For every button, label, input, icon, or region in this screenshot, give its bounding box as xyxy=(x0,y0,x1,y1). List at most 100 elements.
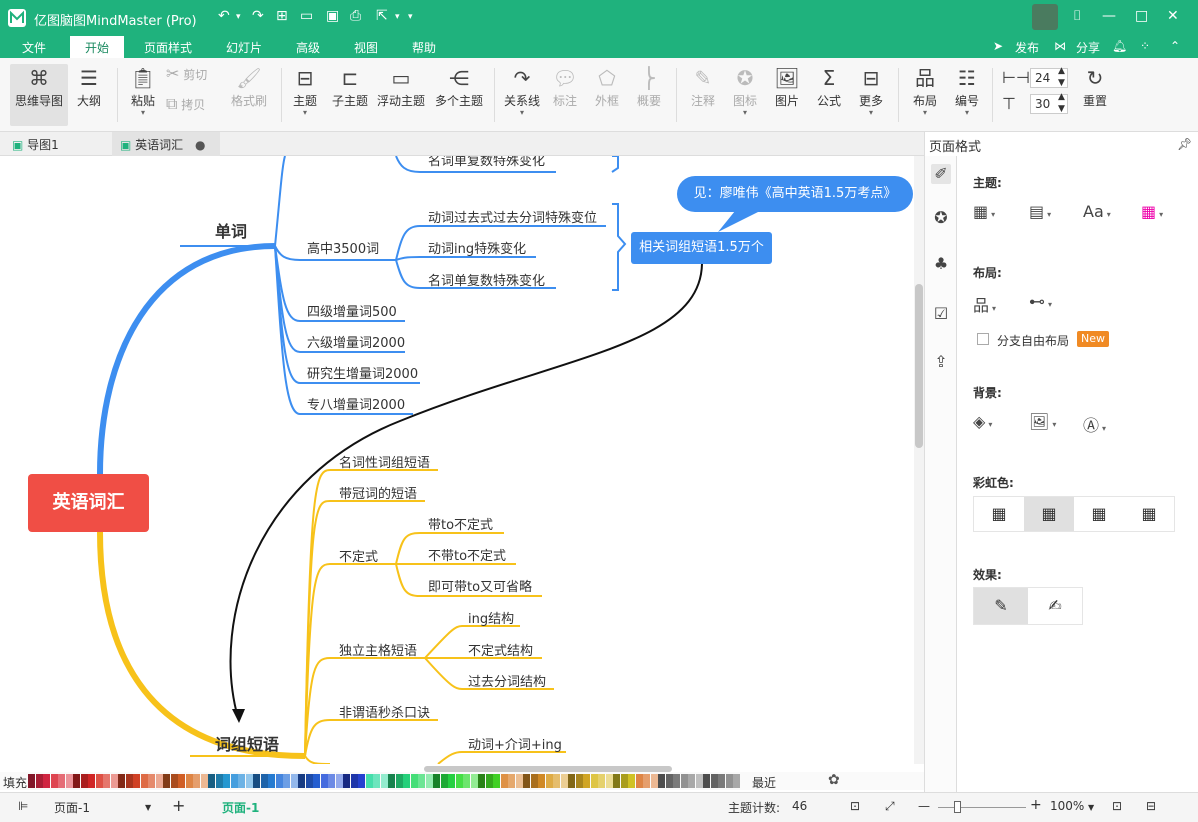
color-swatch[interactable] xyxy=(658,774,665,788)
color-swatch[interactable] xyxy=(455,774,463,788)
new-icon[interactable]: ⊞ xyxy=(276,8,288,24)
color-swatch[interactable] xyxy=(185,774,193,788)
color-swatch[interactable] xyxy=(725,774,733,788)
share-button[interactable]: 分享 xyxy=(1076,39,1100,56)
menu-home[interactable]: 开始 xyxy=(70,36,125,58)
color-swatch[interactable] xyxy=(395,774,403,788)
format-brush-icon[interactable]: ✐ xyxy=(931,164,951,184)
layout-button[interactable]: 品布局 ▾ xyxy=(910,64,940,126)
boundary-button[interactable]: ⬠ 外框 xyxy=(592,64,622,126)
color-swatch[interactable] xyxy=(245,774,253,788)
color-swatch[interactable] xyxy=(208,774,215,788)
topic-plural-changes[interactable]: 名词单复数特殊变化 xyxy=(428,270,545,289)
maximize-icon[interactable]: □ xyxy=(1135,8,1148,24)
rainbow-option-2[interactable]: ▦ xyxy=(1024,497,1074,531)
color-swatch[interactable] xyxy=(388,774,395,788)
color-swatch[interactable] xyxy=(290,774,298,788)
color-swatch[interactable] xyxy=(110,774,118,788)
export-icon[interactable]: ⇱ xyxy=(376,8,388,24)
scroll-thumb[interactable] xyxy=(915,284,923,448)
color-swatch[interactable] xyxy=(538,774,545,788)
color-swatch[interactable] xyxy=(320,774,328,788)
paste-button[interactable]: 📋︎ 粘贴 ▾ xyxy=(128,64,158,126)
color-swatch[interactable] xyxy=(523,774,530,788)
color-swatch[interactable] xyxy=(433,774,440,788)
notification-icon[interactable]: 🔔︎ xyxy=(1112,39,1127,53)
spin-down-icon[interactable]: ▼ xyxy=(1058,104,1065,114)
spin-up-icon[interactable]: ▲ xyxy=(1058,92,1065,102)
color-swatch[interactable] xyxy=(620,774,628,788)
undo-icon[interactable]: ↶ xyxy=(218,8,230,24)
connector-style-icon[interactable]: ⊷ ▾ xyxy=(1029,292,1052,311)
color-swatch[interactable] xyxy=(155,774,163,788)
topic-postgrad[interactable]: 研究生增量词2000 xyxy=(307,363,418,382)
more-button[interactable]: ⊟ 更多 ▾ xyxy=(856,64,886,126)
menu-page-style[interactable]: 页面样式 xyxy=(144,39,192,56)
floating-topic[interactable]: 相关词组短语1.5万个 xyxy=(631,232,772,264)
color-swatch[interactable] xyxy=(493,774,500,788)
topic-bare-infinitive[interactable]: 不带to不定式 xyxy=(428,545,506,564)
page-dropdown-icon[interactable]: ▼ xyxy=(145,803,151,812)
cut-button[interactable]: ✂ 剪切 xyxy=(166,64,218,88)
topic-cet4[interactable]: 四级增量词500 xyxy=(307,301,397,320)
topic-tem8[interactable]: 专八增量词2000 xyxy=(307,394,405,413)
topic-optional-to[interactable]: 即可带to又可省略 xyxy=(428,576,532,595)
color-swatch[interactable] xyxy=(403,774,410,788)
color-swatch[interactable] xyxy=(95,774,103,788)
paste-dropdown-icon[interactable]: ▾ xyxy=(128,109,158,117)
menu-file[interactable]: 文件 xyxy=(22,39,46,56)
color-swatch[interactable] xyxy=(718,774,725,788)
fullscreen-icon[interactable]: ⤢ xyxy=(885,799,895,814)
zoom-in-icon[interactable]: + xyxy=(1030,797,1042,813)
zoom-slider[interactable] xyxy=(938,807,1026,808)
color-swatch[interactable] xyxy=(170,774,178,788)
color-theme-icon[interactable]: ▦ ▾ xyxy=(1141,202,1163,221)
close-icon[interactable]: ✕ xyxy=(1167,8,1179,24)
color-swatch[interactable] xyxy=(478,774,485,788)
topic-verb-prep-ing[interactable]: 动词+介词+ing xyxy=(468,734,562,753)
color-swatch[interactable] xyxy=(500,774,508,788)
effect-sketch-icon[interactable]: ✍ xyxy=(1028,588,1082,624)
color-swatch[interactable] xyxy=(350,774,358,788)
color-swatch[interactable] xyxy=(88,774,95,788)
topic-nonfinite-tips[interactable]: 非谓语秒杀口诀 xyxy=(339,702,430,721)
relationship-dropdown-icon[interactable]: ▾ xyxy=(502,109,542,117)
color-swatch[interactable] xyxy=(28,774,35,788)
rainbow-option-4[interactable]: ▦ xyxy=(1124,497,1174,531)
color-swatch[interactable] xyxy=(148,774,155,788)
color-swatch[interactable] xyxy=(703,774,710,788)
avatar[interactable] xyxy=(1032,4,1058,30)
color-swatch[interactable] xyxy=(200,774,208,788)
topic-ing-structure[interactable]: ing结构 xyxy=(468,608,514,627)
color-swatch[interactable] xyxy=(410,774,418,788)
tab-mindmap1[interactable]: ▣ 导图1 xyxy=(4,132,67,156)
save-icon[interactable]: ▣ xyxy=(326,8,339,24)
fill-bucket-icon[interactable]: ◈ ▾ xyxy=(973,412,992,431)
color-swatch[interactable] xyxy=(358,774,365,788)
fit-page-icon[interactable]: ⊡ xyxy=(850,799,860,813)
customize-icon[interactable]: ▾ xyxy=(408,12,413,22)
color-swatch[interactable] xyxy=(260,774,268,788)
color-swatch[interactable] xyxy=(73,774,80,788)
color-swatch[interactable] xyxy=(613,774,620,788)
color-swatch[interactable] xyxy=(643,774,650,788)
clover-icon[interactable]: ♣ xyxy=(931,254,951,274)
effect-pen-icon[interactable]: ✎ xyxy=(974,588,1028,624)
theme-grid-icon[interactable]: ▦ ▾ xyxy=(973,202,995,221)
zoom-dropdown-icon[interactable]: ▼ xyxy=(1088,803,1094,812)
topic-absolute[interactable]: 独立主格短语 xyxy=(339,640,417,659)
icon-dropdown-icon[interactable]: ▾ xyxy=(730,109,760,117)
color-swatch[interactable] xyxy=(560,774,568,788)
color-swatch[interactable] xyxy=(133,774,140,788)
spin-down-icon[interactable]: ▼ xyxy=(1058,78,1065,88)
color-swatch[interactable] xyxy=(275,774,283,788)
color-swatch[interactable] xyxy=(673,774,680,788)
numbering-dropdown-icon[interactable]: ▾ xyxy=(952,109,982,117)
topic-article-phrases[interactable]: 带冠词的短语 xyxy=(339,483,417,502)
color-swatch[interactable] xyxy=(365,774,373,788)
topic-to-infinitive[interactable]: 带to不定式 xyxy=(428,514,493,533)
icon-button[interactable]: ✪ 图标 ▾ xyxy=(730,64,760,126)
color-swatch[interactable] xyxy=(230,774,238,788)
outline-view-button[interactable]: ☰ 大纲 xyxy=(72,64,106,126)
color-swatch[interactable] xyxy=(508,774,515,788)
